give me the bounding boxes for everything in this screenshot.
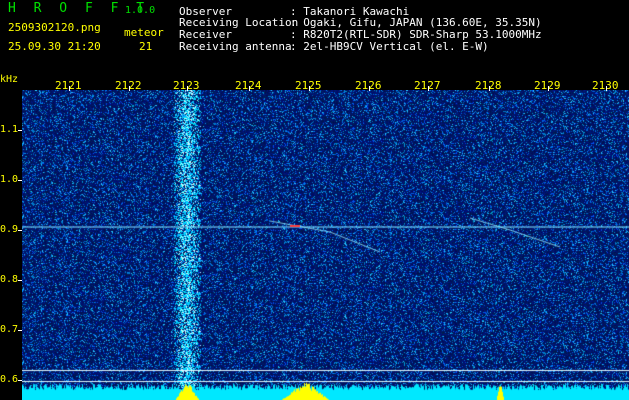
y-tick-label: 0.7 bbox=[0, 324, 19, 335]
spectrogram-waterfall[interactable] bbox=[22, 90, 629, 400]
y-tick-mark bbox=[18, 330, 22, 331]
x-tick-mark bbox=[369, 86, 370, 91]
antenna-value: : 2el-HB9CV Vertical (el. E-W) bbox=[290, 40, 489, 53]
y-tick-mark bbox=[18, 230, 22, 231]
y-tick-label: 0.9 bbox=[0, 224, 19, 235]
header-panel: H R O F F T 1.0.0 2509302120.png 25.09.3… bbox=[0, 0, 629, 72]
app-version: 1.0.0 bbox=[125, 5, 156, 16]
datetime-label: 25.09.30 21:20 bbox=[8, 40, 101, 53]
y-tick-mark bbox=[18, 380, 22, 381]
antenna-label: Receiving antenna bbox=[179, 40, 292, 53]
meteor-count: 21 bbox=[139, 40, 153, 53]
x-tick-mark bbox=[428, 86, 429, 91]
y-tick-label: 1.1 bbox=[0, 124, 19, 135]
vertical-axis bbox=[0, 72, 22, 400]
y-tick-mark bbox=[18, 180, 22, 181]
x-tick-mark bbox=[129, 86, 130, 91]
x-tick-mark bbox=[69, 86, 70, 91]
x-tick-mark bbox=[187, 86, 188, 91]
y-tick-label: 0.6 bbox=[0, 374, 19, 385]
x-tick-mark bbox=[548, 86, 549, 91]
x-tick-mark bbox=[249, 86, 250, 91]
x-tick-mark bbox=[606, 86, 607, 91]
x-tick-mark bbox=[489, 86, 490, 91]
meteor-label: meteor bbox=[124, 26, 164, 39]
y-tick-mark bbox=[18, 280, 22, 281]
y-tick-label: 0.8 bbox=[0, 274, 19, 285]
y-tick-mark bbox=[18, 130, 22, 131]
x-tick-mark bbox=[309, 86, 310, 91]
y-tick-label: 1.0 bbox=[0, 174, 19, 185]
unit-label: kHz bbox=[0, 74, 19, 85]
filename-label: 2509302120.png bbox=[8, 21, 101, 34]
